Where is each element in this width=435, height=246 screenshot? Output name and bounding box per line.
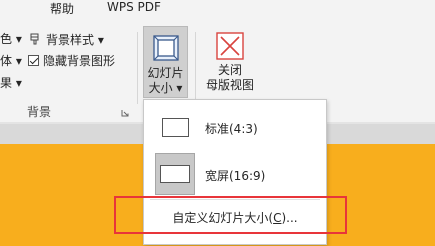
widescreen-slide-icon [160, 165, 190, 183]
close-master-line2: 母版视图 [205, 78, 254, 92]
menu-bar: 帮助 WPS PDF [0, 0, 435, 22]
slide-size-dropdown: 标准(4:3) 宽屏(16:9) 自定义幻灯片大小(C)... [143, 99, 327, 245]
custom-label-suffix: )... [281, 211, 298, 225]
menu-help[interactable]: 帮助 [50, 0, 74, 17]
standard-slide-icon [161, 117, 189, 137]
custom-slide-size-option[interactable]: 自定义幻灯片大小(C)... [144, 204, 326, 230]
dropdown-separator [150, 199, 320, 200]
background-style-button[interactable]: 背景样式 ▾ [28, 30, 104, 48]
slide-size-line1: 幻灯片 [147, 66, 184, 80]
theme-fonts-button[interactable]: 体 ▾ [0, 52, 22, 69]
background-style-icon [30, 33, 39, 45]
background-style-label: 背景样式 ▾ [46, 32, 104, 47]
hide-background-checkbox[interactable]: 隐藏背景图形 [28, 51, 115, 69]
hide-background-label: 隐藏背景图形 [43, 53, 116, 68]
slide-size-button[interactable]: 幻灯片 大小 ▾ [143, 26, 188, 98]
widescreen-thumbnail-frame [155, 153, 195, 195]
close-master-line1: 关闭 [217, 63, 242, 77]
close-icon [216, 32, 244, 60]
standard-size-option[interactable]: 标准(4:3) [144, 108, 326, 146]
widescreen-size-label: 宽屏(16:9) [205, 169, 266, 183]
menu-wps-pdf[interactable]: WPS PDF [107, 0, 161, 14]
theme-effects-button[interactable]: 果 ▾ [0, 74, 22, 91]
slide-size-icon [152, 35, 179, 61]
standard-size-label: 标准(4:3) [205, 122, 258, 136]
background-group-label: 背景 [27, 105, 52, 119]
ribbon-separator [195, 32, 196, 104]
slide-size-line2: 大小 ▾ [148, 81, 183, 95]
theme-colors-button[interactable]: 色 ▾ [0, 30, 22, 47]
custom-slide-size-label: 自定义幻灯片大小(C)... [144, 209, 326, 226]
standard-thumbnail-frame [155, 108, 195, 146]
ribbon-separator [137, 32, 138, 104]
widescreen-size-option[interactable]: 宽屏(16:9) [144, 153, 326, 195]
close-master-view-button[interactable]: 关闭 母版视图 [204, 26, 256, 98]
custom-label-prefix: 自定义幻灯片大小( [172, 211, 274, 225]
dialog-launcher-icon[interactable] [121, 109, 129, 117]
checkbox-checked-icon[interactable] [28, 54, 39, 66]
